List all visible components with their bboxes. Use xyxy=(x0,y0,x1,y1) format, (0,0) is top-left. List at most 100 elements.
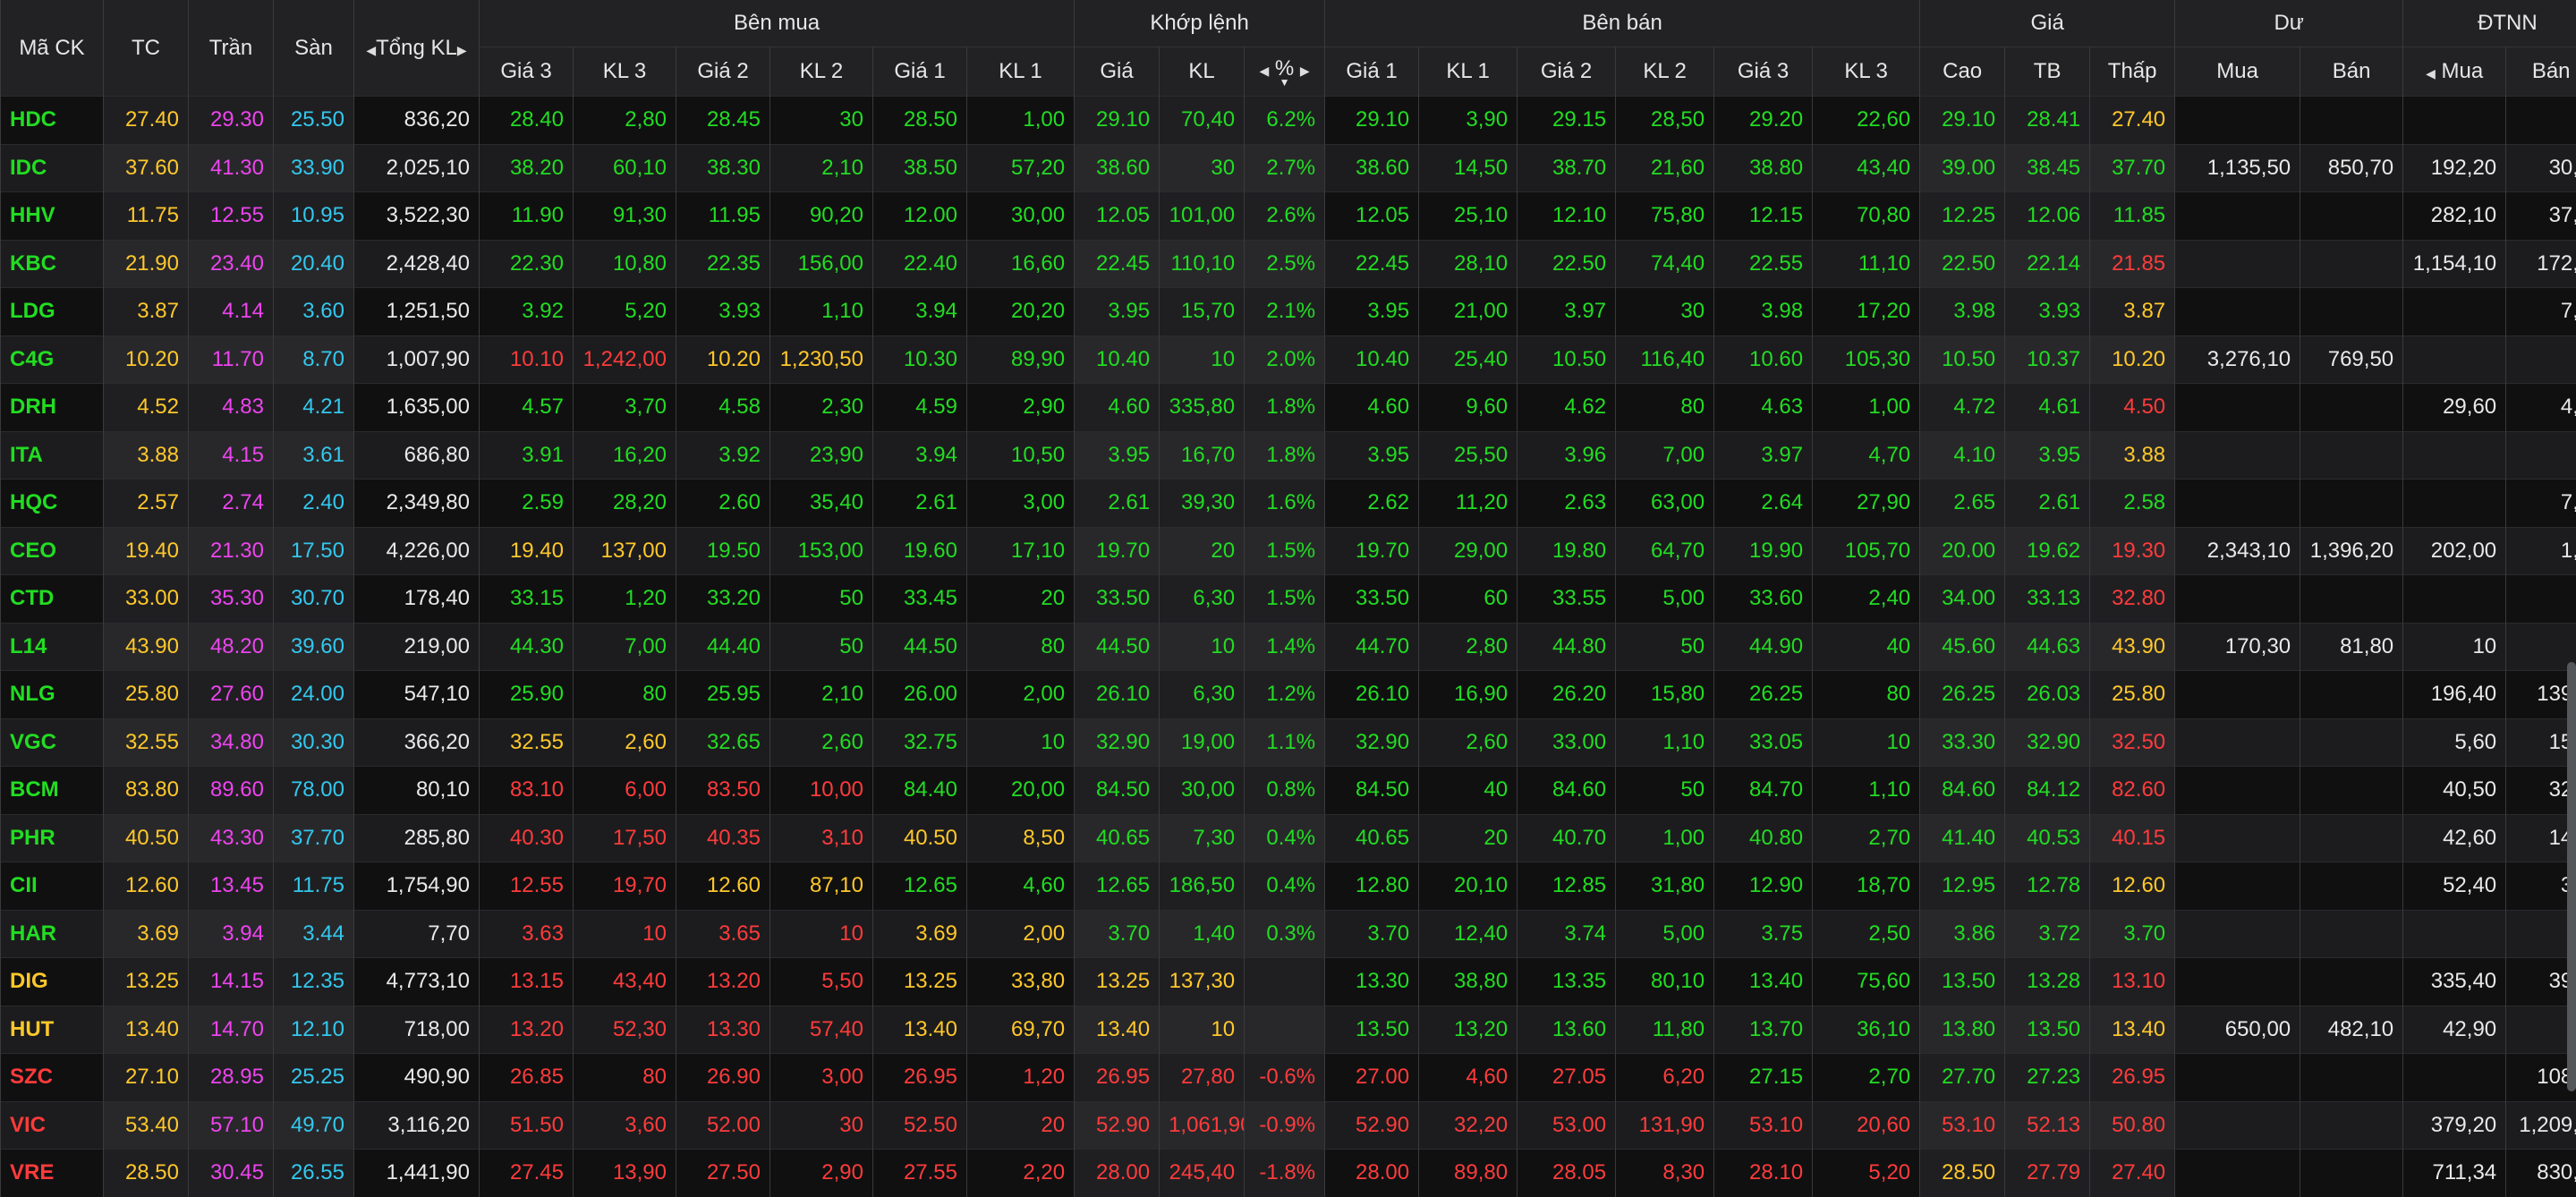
cell-ban-gia1: 52.90 xyxy=(1325,1101,1419,1150)
table-row[interactable]: SZC27.1028.9525.25490,9026.858026.903,00… xyxy=(1,1054,2576,1102)
stock-code[interactable]: L14 xyxy=(1,623,104,671)
cell-khop-pct: 0.8% xyxy=(1245,767,1325,815)
cell-tkl: 4,226,00 xyxy=(354,527,480,575)
cell-tkl: 547,10 xyxy=(354,671,480,719)
stock-code[interactable]: BCM xyxy=(1,767,104,815)
stock-code[interactable]: VGC xyxy=(1,718,104,767)
stock-code[interactable]: DRH xyxy=(1,384,104,432)
table-row[interactable]: C4G10.2011.708.701,007,9010.101,242,0010… xyxy=(1,335,2576,384)
stock-code[interactable]: VIC xyxy=(1,1101,104,1150)
stock-code[interactable]: HDC xyxy=(1,97,104,145)
table-row[interactable]: HDC27.4029.3025.50836,2028.402,8028.4530… xyxy=(1,97,2576,145)
cell-nn-mua xyxy=(2403,480,2506,528)
table-row[interactable]: CII12.6013.4511.751,754,9012.5519,7012.6… xyxy=(1,862,2576,911)
col-ban-kl1[interactable]: KL 1 xyxy=(1419,47,1518,97)
stock-code[interactable]: PHR xyxy=(1,814,104,862)
col-khop-gia[interactable]: Giá xyxy=(1075,47,1160,97)
col-mua-gia2[interactable]: Giá 2 xyxy=(676,47,770,97)
col-ban-kl2[interactable]: KL 2 xyxy=(1616,47,1714,97)
table-row[interactable]: HHV11.7512.5510.953,522,3011.9091,3011.9… xyxy=(1,192,2576,241)
arrow-left-icon[interactable]: ◀ xyxy=(2426,66,2436,81)
arrow-right-icon[interactable]: ▶ xyxy=(1300,64,1310,78)
col-ban-gia1[interactable]: Giá 1 xyxy=(1325,47,1419,97)
table-row[interactable]: DIG13.2514.1512.354,773,1013.1543,4013.2… xyxy=(1,958,2576,1006)
stock-code[interactable]: KBC xyxy=(1,240,104,288)
col-mua-kl3[interactable]: KL 3 xyxy=(574,47,676,97)
stock-code[interactable]: HUT xyxy=(1,1006,104,1054)
col-tran[interactable]: Trần xyxy=(189,0,274,97)
cell-mua-gia3: 28.40 xyxy=(480,97,574,145)
cell-ban-kl1: 2,60 xyxy=(1419,718,1518,767)
col-san[interactable]: Sàn xyxy=(274,0,354,97)
stock-code[interactable]: SZC xyxy=(1,1054,104,1102)
arrow-left-icon[interactable]: ◀ xyxy=(366,43,376,57)
table-row[interactable]: VGC32.5534.8030.30366,2032.552,6032.652,… xyxy=(1,718,2576,767)
col-mua-kl1[interactable]: KL 1 xyxy=(967,47,1075,97)
cell-nn-mua: 5,60 xyxy=(2403,718,2506,767)
table-row[interactable]: VRE28.5030.4526.551,441,9027.4513,9027.5… xyxy=(1,1150,2576,1197)
cell-nn-mua: 42,90 xyxy=(2403,1006,2506,1054)
table-row[interactable]: IDC37.6041.3033.902,025,1038.2060,1038.3… xyxy=(1,144,2576,192)
col-tong-kl[interactable]: ◀Tổng KL▶ xyxy=(354,0,480,97)
table-row[interactable]: HUT13.4014.7012.10718,0013.2052,3013.305… xyxy=(1,1006,2576,1054)
col-mua-gia1[interactable]: Giá 1 xyxy=(873,47,967,97)
cell-nn-ban xyxy=(2506,1006,2576,1054)
cell-ban-gia1: 12.80 xyxy=(1325,862,1419,911)
table-row[interactable]: CTD33.0035.3030.70178,4033.151,2033.2050… xyxy=(1,575,2576,624)
stock-code[interactable]: C4G xyxy=(1,335,104,384)
col-ban-kl3[interactable]: KL 3 xyxy=(1813,47,1920,97)
table-row[interactable]: DRH4.524.834.211,635,004.573,704.582,304… xyxy=(1,384,2576,432)
col-thap[interactable]: Thấp xyxy=(2090,47,2175,97)
col-ban-gia2[interactable]: Giá 2 xyxy=(1518,47,1616,97)
cell-mua-kl2: 2,30 xyxy=(770,384,873,432)
table-row[interactable]: L1443.9048.2039.60219,0044.307,0044.4050… xyxy=(1,623,2576,671)
cell-ban-kl3: 70,80 xyxy=(1813,192,1920,241)
table-row[interactable]: CEO19.4021.3017.504,226,0019.40137,0019.… xyxy=(1,527,2576,575)
table-row[interactable]: PHR40.5043.3037.70285,8040.3017,5040.353… xyxy=(1,814,2576,862)
table-row[interactable]: KBC21.9023.4020.402,428,4022.3010,8022.3… xyxy=(1,240,2576,288)
col-tb[interactable]: TB xyxy=(2005,47,2090,97)
cell-mua-gia2: 10.20 xyxy=(676,335,770,384)
table-row[interactable]: HAR3.693.943.447,703.63103.65103.692,003… xyxy=(1,910,2576,958)
arrow-right-icon[interactable]: ▶ xyxy=(457,43,467,57)
cell-mua-kl2: 2,10 xyxy=(770,144,873,192)
col-du-mua[interactable]: Mua xyxy=(2175,47,2300,97)
table-row[interactable]: NLG25.8027.6024.00547,1025.908025.952,10… xyxy=(1,671,2576,719)
cell-tkl: 3,116,20 xyxy=(354,1101,480,1150)
stock-code[interactable]: CTD xyxy=(1,575,104,624)
stock-code[interactable]: NLG xyxy=(1,671,104,719)
cell-mua-kl2: 2,10 xyxy=(770,671,873,719)
cell-mua-kl3: 80 xyxy=(574,671,676,719)
col-khop-pct[interactable]: ◀ % ▶▼ xyxy=(1245,47,1325,97)
table-row[interactable]: VIC53.4057.1049.703,116,2051.503,6052.00… xyxy=(1,1101,2576,1150)
col-du-ban[interactable]: Bán xyxy=(2300,47,2403,97)
stock-code[interactable]: CII xyxy=(1,862,104,911)
col-ma-ck[interactable]: Mã CK xyxy=(1,0,104,97)
stock-code[interactable]: IDC xyxy=(1,144,104,192)
vertical-scrollbar[interactable] xyxy=(2567,662,2576,1091)
col-khop-kl[interactable]: KL xyxy=(1160,47,1245,97)
stock-code[interactable]: ITA xyxy=(1,431,104,480)
col-mua-kl2[interactable]: KL 2 xyxy=(770,47,873,97)
stock-code[interactable]: HQC xyxy=(1,480,104,528)
stock-code[interactable]: HAR xyxy=(1,910,104,958)
cell-khop-gia: 52.90 xyxy=(1075,1101,1160,1150)
arrow-left-icon[interactable]: ◀ xyxy=(1259,64,1269,78)
stock-code[interactable]: LDG xyxy=(1,288,104,336)
stock-code[interactable]: CEO xyxy=(1,527,104,575)
table-row[interactable]: LDG3.874.143.601,251,503.925,203.931,103… xyxy=(1,288,2576,336)
col-ban-gia3[interactable]: Giá 3 xyxy=(1714,47,1813,97)
table-row[interactable]: HQC2.572.742.402,349,802.5928,202.6035,4… xyxy=(1,480,2576,528)
table-row[interactable]: BCM83.8089.6078.0080,1083.106,0083.5010,… xyxy=(1,767,2576,815)
col-tc[interactable]: TC xyxy=(104,0,189,97)
stock-code[interactable]: DIG xyxy=(1,958,104,1006)
table-row[interactable]: ITA3.884.153.61686,803.9116,203.9223,903… xyxy=(1,431,2576,480)
col-cao[interactable]: Cao xyxy=(1920,47,2005,97)
stock-code[interactable]: HHV xyxy=(1,192,104,241)
cell-ban-gia3: 44.90 xyxy=(1714,623,1813,671)
col-nn-ban[interactable]: Bán ▶ xyxy=(2506,47,2576,97)
col-mua-gia3[interactable]: Giá 3 xyxy=(480,47,574,97)
cell-ban-gia1: 3.70 xyxy=(1325,910,1419,958)
stock-code[interactable]: VRE xyxy=(1,1150,104,1197)
col-nn-mua[interactable]: ◀ Mua xyxy=(2403,47,2506,97)
